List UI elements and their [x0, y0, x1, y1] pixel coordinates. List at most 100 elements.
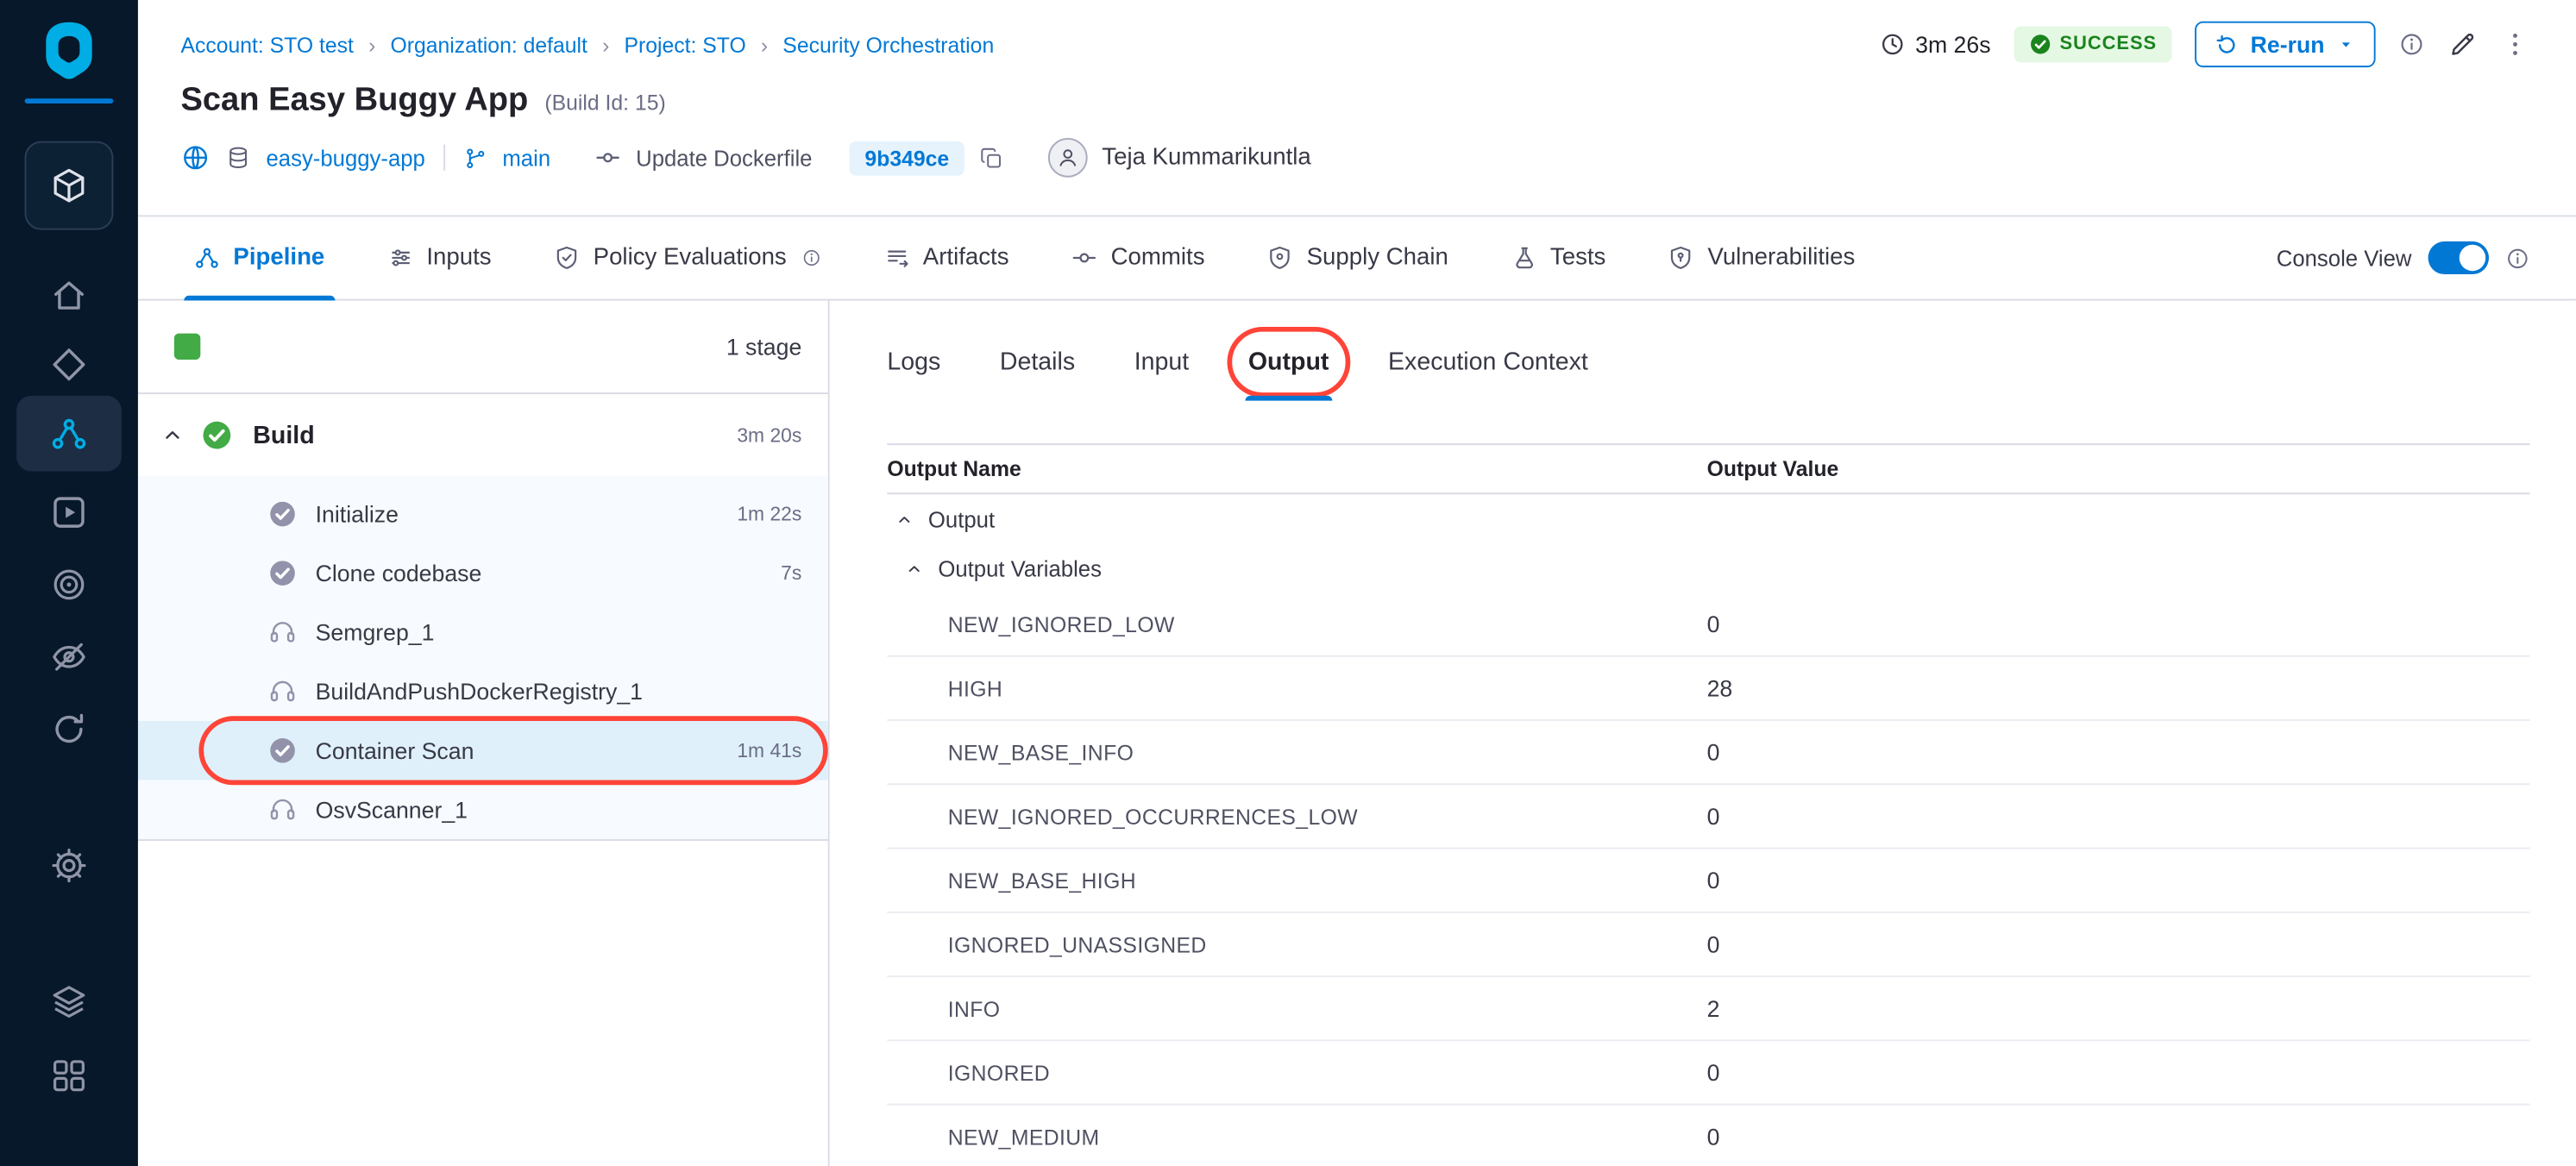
success-check-icon	[267, 558, 297, 587]
page-header: Account: STO test Organization: default …	[138, 0, 2576, 216]
output-variables-group-label: Output Variables	[938, 556, 1102, 581]
output-group-toggle[interactable]: Output	[887, 494, 2529, 543]
tab-output-label: Output	[1248, 348, 1329, 375]
tab-execution-context-label: Execution Context	[1388, 348, 1588, 375]
step-label: Clone codebase	[316, 560, 482, 586]
output-name: NEW_IGNORED_LOW	[887, 611, 1706, 636]
tab-details[interactable]: Details	[1000, 322, 1075, 400]
breadcrumb-account-link[interactable]: Account: STO test	[180, 32, 353, 57]
step-row-container-scan[interactable]: Container Scan 1m 41s	[138, 721, 828, 780]
step-row-osv-scanner[interactable]: OsvScanner_1	[138, 780, 828, 840]
pencil-icon	[2447, 29, 2477, 59]
target-icon	[49, 565, 89, 605]
status-badge-label: SUCCESS	[2060, 34, 2158, 54]
step-detail-tabs: Logs Details Input Output Execution Cont…	[887, 322, 2529, 400]
tab-policy-evaluations-label: Policy Evaluations	[594, 245, 787, 271]
rerun-button[interactable]: Re-run	[2195, 22, 2376, 67]
step-row-build-and-push[interactable]: BuildAndPushDockerRegistry_1	[138, 661, 828, 721]
output-value: 0	[1707, 739, 1720, 765]
copy-icon	[978, 146, 1003, 171]
policy-info-icon[interactable]	[801, 248, 821, 268]
step-row-initialize[interactable]: Initialize 1m 22s	[138, 485, 828, 544]
chevron-up-icon[interactable]	[161, 423, 185, 447]
tab-input[interactable]: Input	[1134, 322, 1190, 400]
output-name: INFO	[887, 996, 1706, 1021]
output-variables-group-toggle[interactable]: Output Variables	[887, 543, 2529, 592]
success-check-icon	[267, 736, 297, 765]
output-row: NEW_MEDIUM 0	[887, 1106, 2529, 1166]
breadcrumb-module-link[interactable]: Security Orchestration	[782, 32, 994, 57]
breadcrumb-organization-link[interactable]: Organization: default	[390, 32, 587, 57]
chevron-up-icon[interactable]	[895, 510, 914, 528]
sidebar-home-button[interactable]	[29, 267, 108, 323]
tab-logs[interactable]: Logs	[887, 322, 940, 400]
sidebar-settings-button[interactable]	[29, 837, 108, 893]
success-check-icon	[200, 419, 233, 452]
breadcrumb-project-link[interactable]: Project: STO	[624, 32, 745, 57]
repo-link[interactable]: easy-buggy-app	[266, 146, 424, 171]
tab-supply-chain[interactable]: Supply Chain	[1267, 216, 1448, 298]
tab-commits-label: Commits	[1111, 245, 1205, 271]
author-avatar	[1047, 138, 1087, 178]
stage-row-build[interactable]: Build 3m 20s	[138, 394, 828, 476]
tab-commits[interactable]: Commits	[1071, 216, 1205, 298]
repository-icon	[225, 145, 251, 171]
branch-link[interactable]: main	[502, 146, 550, 171]
breadcrumb-separator	[368, 32, 375, 57]
copy-sha-button[interactable]	[978, 146, 1003, 171]
console-view-toggle[interactable]	[2428, 241, 2489, 274]
tab-output[interactable]: Output	[1248, 322, 1329, 400]
sidebar-apps-button[interactable]	[29, 1048, 108, 1104]
edit-pipeline-button[interactable]	[2447, 29, 2477, 59]
step-row-semgrep[interactable]: Semgrep_1	[138, 603, 828, 662]
sidebar-targets-button[interactable]	[29, 557, 108, 613]
sidebar-modules-button[interactable]	[29, 974, 108, 1030]
separator	[443, 145, 445, 171]
sidebar-sync-button[interactable]	[29, 701, 108, 757]
sidebar-test-targets-button[interactable]	[29, 629, 108, 685]
home-icon	[49, 276, 89, 316]
artifacts-icon	[883, 245, 909, 271]
step-label: Semgrep_1	[316, 619, 435, 645]
output-value: 0	[1707, 867, 1720, 893]
info-icon	[2398, 31, 2424, 57]
sidebar-deployments-button[interactable]	[29, 336, 108, 392]
info-button[interactable]	[2398, 31, 2424, 57]
chevron-up-icon[interactable]	[905, 559, 923, 577]
tab-tests[interactable]: Tests	[1511, 216, 1605, 298]
sidebar-executions-button[interactable]	[29, 485, 108, 541]
console-view-info-icon[interactable]	[2505, 246, 2530, 271]
more-options-button[interactable]	[2500, 29, 2529, 59]
tab-policy-evaluations[interactable]: Policy Evaluations	[554, 216, 821, 298]
ci-globe-icon	[180, 143, 210, 172]
clock-icon	[1879, 31, 1905, 57]
column-output-name: Output Name	[887, 456, 1706, 481]
step-duration: 1m 41s	[737, 739, 801, 762]
tab-artifacts[interactable]: Artifacts	[883, 216, 1008, 298]
output-row: NEW_BASE_INFO 0	[887, 721, 2529, 785]
not-started-icon	[267, 617, 297, 647]
output-name: NEW_BASE_INFO	[887, 740, 1706, 765]
commit-sha-chip[interactable]: 9b349ce	[850, 141, 964, 175]
output-name: HIGH	[887, 676, 1706, 701]
tab-execution-context[interactable]: Execution Context	[1388, 322, 1588, 400]
output-value: 0	[1707, 611, 1720, 636]
output-row: NEW_IGNORED_LOW 0	[887, 592, 2529, 656]
cube-icon	[49, 166, 89, 205]
tab-details-label: Details	[1000, 348, 1075, 375]
output-name: NEW_BASE_HIGH	[887, 868, 1706, 893]
tab-pipeline[interactable]: Pipeline	[194, 216, 325, 298]
tab-vulnerabilities[interactable]: Vulnerabilities	[1668, 216, 1856, 298]
rerun-button-label: Re-run	[2251, 31, 2325, 57]
apps-grid-icon	[49, 1056, 89, 1095]
breadcrumb: Account: STO test Organization: default …	[180, 32, 994, 57]
stage-count: 1 stage	[726, 334, 801, 360]
tab-tests-label: Tests	[1550, 245, 1605, 271]
sidebar-module-button[interactable]	[25, 141, 114, 230]
output-group-label: Output	[928, 506, 995, 531]
step-row-clone-codebase[interactable]: Clone codebase 7s	[138, 543, 828, 603]
build-meta-row: easy-buggy-app main Update Dockerfile 9b…	[180, 138, 2529, 178]
sidebar-pipelines-button[interactable]	[16, 396, 122, 472]
tab-inputs[interactable]: Inputs	[387, 216, 492, 298]
harness-logo[interactable]	[36, 18, 102, 84]
